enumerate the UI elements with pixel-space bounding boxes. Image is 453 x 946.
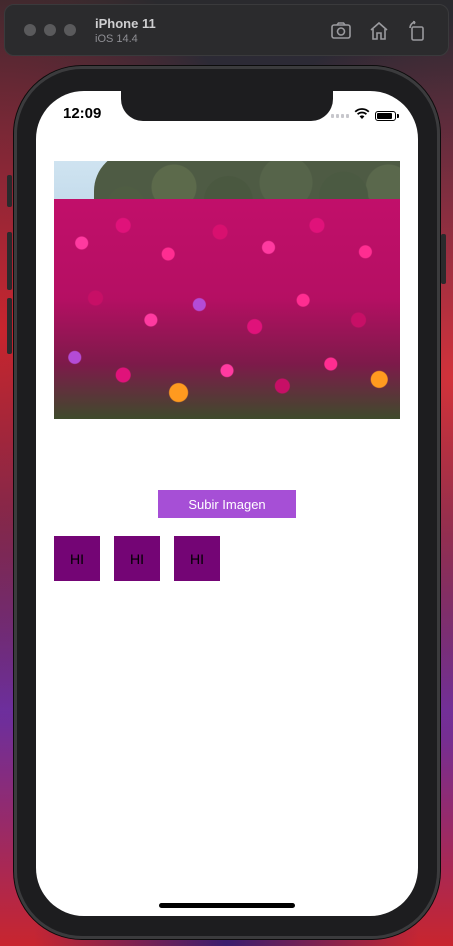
flower-photo	[54, 161, 400, 419]
hi-button-1[interactable]: HI	[54, 536, 100, 581]
volume-down-button	[7, 298, 12, 354]
status-time: 12:09	[63, 105, 102, 122]
upload-image-button[interactable]: Subir Imagen	[158, 490, 296, 518]
battery-icon	[375, 111, 399, 121]
volume-up-button	[7, 232, 12, 290]
photo-flowers	[54, 199, 400, 419]
hi-button-2[interactable]: HI	[114, 536, 160, 581]
zoom-window-button[interactable]	[64, 24, 76, 36]
minimize-window-button[interactable]	[44, 24, 56, 36]
hi-button-3[interactable]: HI	[174, 536, 220, 581]
simulator-titlebar: iPhone 11 iOS 14.4	[4, 4, 449, 56]
screenshot-icon[interactable]	[329, 19, 353, 43]
wifi-icon	[354, 107, 370, 125]
mute-switch	[7, 175, 12, 207]
rotate-icon[interactable]	[405, 19, 429, 43]
close-window-button[interactable]	[24, 24, 36, 36]
home-indicator[interactable]	[159, 903, 295, 908]
phone-screen: 12:09 Subir Imagen HI HI HI	[36, 91, 418, 916]
simulator-os-version: iOS 14.4	[95, 33, 138, 45]
notch	[121, 91, 333, 121]
simulator-device-name: iPhone 11	[95, 16, 156, 31]
status-icons	[331, 107, 399, 125]
home-icon[interactable]	[367, 19, 391, 43]
cellular-signal-icon	[331, 114, 349, 118]
power-button	[441, 234, 446, 284]
